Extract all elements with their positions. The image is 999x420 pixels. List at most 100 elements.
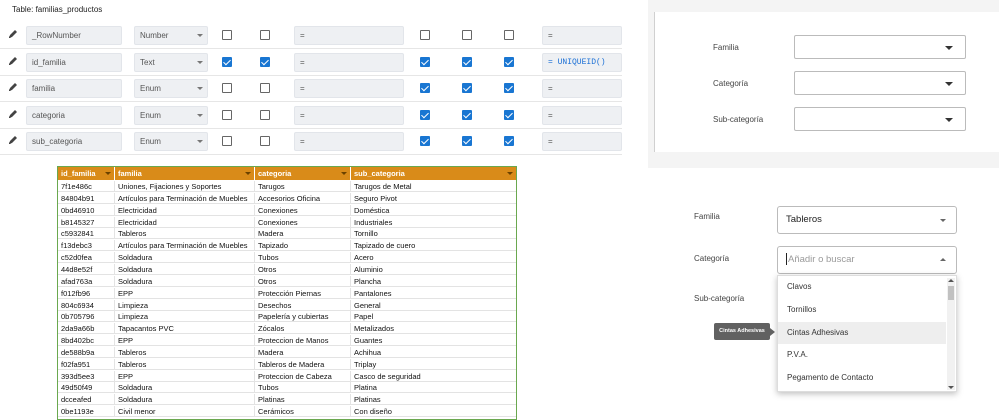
scrollbar-thumb[interactable] [948,286,954,300]
column-checkbox[interactable] [504,56,514,67]
table-cell[interactable]: 0be1193e [58,406,115,418]
table-cell[interactable]: dcceafed [58,394,115,406]
table-cell[interactable]: f012fb96 [58,287,115,299]
table-cell[interactable]: Proteccion de Cabeza [255,370,351,382]
column-name-field[interactable]: _RowNumber [26,26,122,45]
table-cell[interactable]: Tubos [255,382,351,394]
formula-field[interactable]: = [294,26,404,45]
table-cell[interactable]: Tarugos [255,181,351,192]
column-type-select[interactable]: Text [134,52,208,72]
initial-value-field[interactable]: = [542,105,622,125]
column-checkbox[interactable] [462,56,472,67]
table-cell[interactable]: 2da9a66b [58,323,115,335]
table-cell[interactable]: Tapizado de cuero [351,240,516,251]
formula-field[interactable]: = [294,79,404,98]
table-cell[interactable]: Conexiones [255,216,351,228]
table-cell[interactable]: EPP [115,370,255,382]
column-type-select[interactable]: Number [134,26,208,45]
table-cell[interactable]: afad763a [58,275,115,287]
table-cell[interactable]: 8bd402bc [58,335,115,347]
column-checkbox[interactable] [420,30,430,40]
table-cell[interactable]: Madera [255,346,351,358]
sheet-header-cell[interactable]: familia [115,167,255,180]
pencil-icon[interactable] [8,55,18,67]
table-cell[interactable]: c5932841 [58,228,115,240]
pencil-icon[interactable] [8,134,18,146]
pencil-icon[interactable] [8,81,18,93]
table-cell[interactable]: 804c6934 [58,299,115,311]
column-name-field[interactable]: sub_categoria [26,132,122,151]
column-checkbox[interactable] [504,136,514,146]
column-checkbox[interactable] [462,109,472,120]
table-cell[interactable]: Papelería y cubiertas [255,311,351,323]
table-cell[interactable]: Metalizados [351,323,516,334]
table-cell[interactable]: Tornillo [351,228,516,239]
sheet-header-cell[interactable]: sub_categoria [351,167,516,180]
table-cell[interactable]: Soldadura [115,263,255,275]
table-cell[interactable]: 49d50f49 [58,382,115,394]
column-checkbox[interactable] [504,109,514,120]
table-cell[interactable]: Otros [255,263,351,275]
table-cell[interactable]: Tableros [115,346,255,358]
column-checkbox[interactable] [222,56,232,67]
table-cell[interactable]: Platinas [351,394,516,405]
table-cell[interactable]: Tableros [115,358,255,370]
column-name-field[interactable]: id_familia [26,52,122,72]
table-cell[interactable]: Cerámicos [255,406,351,418]
sheet-header-cell[interactable]: id_familia [58,167,115,180]
table-cell[interactable]: Tarugos de Metal [351,181,516,192]
table-cell[interactable]: Casco de seguridad [351,371,516,382]
scroll-down-icon[interactable] [948,386,954,389]
column-type-select[interactable]: Enum [134,105,208,125]
table-cell[interactable]: Limpieza [115,299,255,311]
familia-select[interactable]: Tableros [777,206,957,234]
column-checkbox[interactable] [462,30,472,40]
initial-value-field[interactable]: = [542,132,622,151]
sheet-header-cell[interactable]: categoria [255,167,351,180]
table-cell[interactable]: 44d8e52f [58,263,115,275]
column-checkbox[interactable] [462,83,472,93]
table-cell[interactable]: Pantalones [351,288,516,299]
column-checkbox[interactable] [420,109,430,120]
column-name-field[interactable]: familia [26,79,122,98]
column-checkbox[interactable] [260,30,270,40]
column-checkbox[interactable] [222,30,232,40]
form-field-select[interactable] [794,71,966,95]
table-cell[interactable]: Doméstica [351,205,516,216]
table-cell[interactable]: Tubos [255,252,351,264]
table-cell[interactable]: EPP [115,335,255,347]
table-cell[interactable]: Conexiones [255,204,351,216]
table-cell[interactable]: Platinas [255,394,351,406]
filter-icon[interactable] [105,172,111,175]
table-cell[interactable]: Artículos para Terminación de Muebles [115,240,255,252]
filter-icon[interactable] [507,172,513,175]
table-cell[interactable]: Uniones, Fijaciones y Soportes [115,181,255,192]
column-checkbox[interactable] [260,109,270,120]
table-cell[interactable]: Desechos [255,299,351,311]
table-cell[interactable]: Artículos para Terminación de Muebles [115,192,255,204]
column-checkbox[interactable] [260,136,270,146]
table-cell[interactable]: Zócalos [255,323,351,335]
column-checkbox[interactable] [222,109,232,120]
table-cell[interactable]: Accesorios Oficina [255,192,351,204]
column-type-select[interactable]: Enum [134,79,208,98]
column-checkbox[interactable] [420,56,430,67]
column-checkbox[interactable] [462,136,472,146]
table-cell[interactable]: Proteccion de Manos [255,335,351,347]
table-cell[interactable]: Platina [351,382,516,393]
form-field-select[interactable] [794,35,966,59]
table-cell[interactable]: Madera [255,228,351,240]
table-cell[interactable]: Con diseño [351,406,516,417]
table-cell[interactable]: Plancha [351,276,516,287]
table-cell[interactable]: c52d0fea [58,252,115,264]
scroll-up-icon[interactable] [948,279,954,282]
table-cell[interactable]: Soldadura [115,275,255,287]
categoria-search-input[interactable]: Añadir o buscar [777,246,957,274]
table-cell[interactable]: 393d5ee3 [58,370,115,382]
column-checkbox[interactable] [222,83,232,93]
table-cell[interactable]: de588b9a [58,346,115,358]
table-cell[interactable]: Otros [255,275,351,287]
column-checkbox[interactable] [504,83,514,93]
dropdown-option[interactable]: Cintas Adhesivas [778,321,946,344]
dropdown-option[interactable]: P.V.A. [778,344,946,366]
